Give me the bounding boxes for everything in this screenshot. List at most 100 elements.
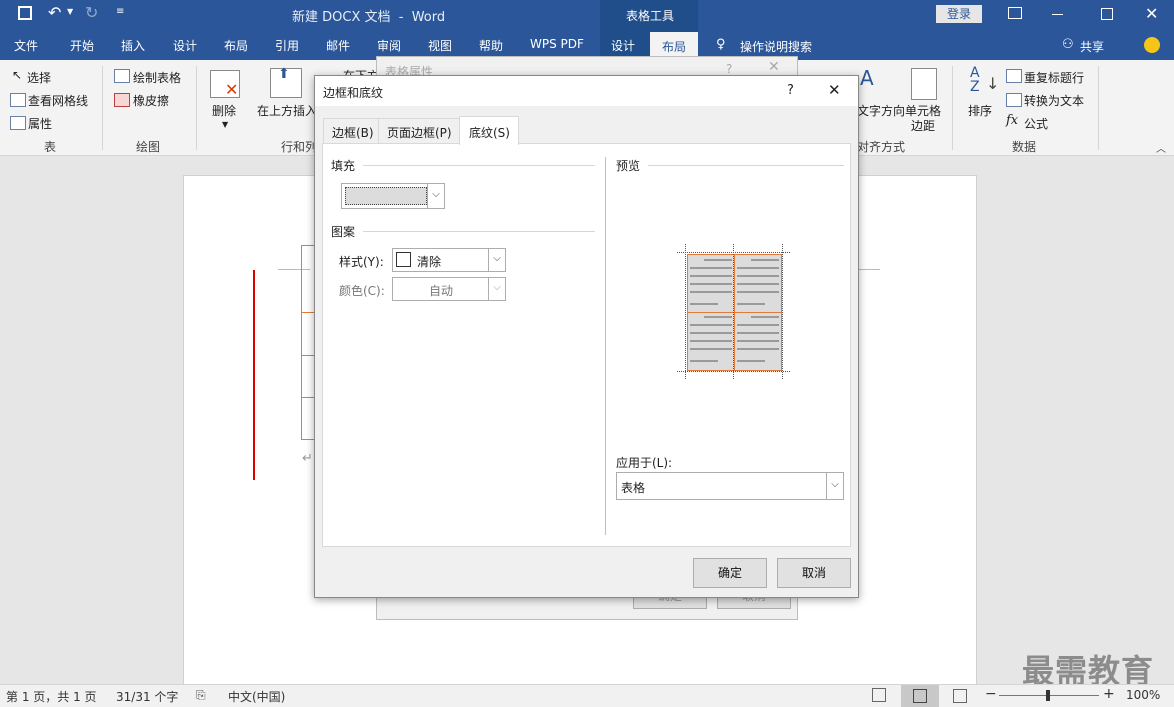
apply-to-dropdown[interactable]: 表格 ⌵ [616, 472, 844, 500]
redo-icon[interactable]: ↻ [85, 3, 98, 22]
preview-text-line [751, 259, 779, 261]
text-direction-button[interactable]: 文字方向 [857, 102, 905, 119]
ok-button[interactable]: 确定 [693, 558, 767, 588]
preview-text-line [690, 291, 732, 293]
chevron-down-icon[interactable]: ⌵ [826, 473, 843, 499]
ribbon-display-icon[interactable] [1008, 7, 1022, 19]
tab-layout[interactable]: 布局 [224, 37, 248, 54]
repeat-header-button[interactable]: 重复标题行 [1024, 69, 1084, 86]
preview-text-line [690, 324, 732, 326]
web-layout-icon[interactable] [953, 689, 967, 703]
draw-table-icon [114, 69, 130, 83]
tab-file[interactable]: 文件 [14, 37, 38, 54]
dialog-help-button[interactable]: ? [787, 83, 794, 98]
convert-text-button[interactable]: 转换为文本 [1024, 92, 1084, 109]
eraser-button[interactable]: 橡皮擦 [133, 92, 169, 109]
zoom-in-icon[interactable]: + [1103, 686, 1115, 702]
table-properties-close-icon[interactable]: ✕ [768, 59, 780, 75]
fill-divider [363, 165, 595, 166]
tab-mailings[interactable]: 邮件 [326, 37, 350, 54]
tab-borders-label: 边框(B) [332, 126, 374, 140]
tab-borders[interactable]: 边框(B) [323, 118, 379, 143]
share-icon[interactable]: ⚇ [1062, 37, 1074, 52]
fill-color-dropdown[interactable]: ⌵ [341, 183, 445, 209]
zoom-out-icon[interactable]: − [985, 686, 997, 702]
select-cursor-icon: ↖ [12, 68, 23, 82]
preview-text-line [737, 348, 779, 350]
undo-dropdown-icon[interactable]: ▼ [67, 7, 73, 16]
delete-button[interactable]: 删除 [212, 102, 236, 119]
save-icon[interactable] [18, 6, 32, 20]
preview-text-line [690, 360, 718, 362]
tab-design[interactable]: 设计 [173, 37, 197, 54]
borders-shading-dialog: 边框和底纹 ? ✕ 边框(B) 页面边框(P) 底纹(S) 填充 ⌵ 图案 样式… [314, 75, 859, 598]
table-properties-help[interactable]: ? [726, 62, 732, 76]
status-bar: 第 1 页，共 1 页 31/31 个字 ⎘ 中文(中国) − + 100% [0, 684, 1174, 707]
preview-guide [685, 244, 686, 379]
tab-references[interactable]: 引用 [275, 37, 299, 54]
fill-color-swatch [345, 187, 427, 205]
preview-text-line [751, 316, 779, 318]
delete-dropdown-icon[interactable]: ▼ [222, 120, 228, 129]
close-icon[interactable]: ✕ [1145, 4, 1158, 23]
chevron-down-icon[interactable]: ⌵ [488, 278, 505, 300]
zoom-level[interactable]: 100% [1126, 688, 1160, 702]
tab-home[interactable]: 开始 [70, 37, 94, 54]
tab-page-borders[interactable]: 页面边框(P) [378, 118, 460, 143]
gridlines-icon [10, 93, 26, 107]
page-count[interactable]: 第 1 页，共 1 页 [6, 688, 97, 705]
preview-text-line [704, 316, 732, 318]
minimize-icon[interactable] [1052, 14, 1063, 15]
undo-icon[interactable]: ↶ [48, 3, 61, 22]
preview-guide [733, 244, 734, 379]
smiley-icon[interactable] [1144, 37, 1160, 53]
tab-help[interactable]: 帮助 [479, 37, 503, 54]
sort-button[interactable]: 排序 [968, 102, 992, 119]
preview-table [687, 254, 782, 371]
draw-table-button[interactable]: 绘制表格 [133, 69, 181, 86]
chevron-down-icon[interactable]: ⌵ [427, 184, 444, 208]
chevron-down-icon[interactable]: ⌵ [488, 249, 505, 271]
tab-shading-label: 底纹(S) [469, 126, 510, 140]
tab-shading[interactable]: 底纹(S) [459, 116, 519, 145]
tab-table-layout[interactable]: 布局 [662, 38, 686, 55]
cancel-button[interactable]: 取消 [777, 558, 851, 588]
pattern-divider [363, 231, 595, 232]
tab-wps-pdf[interactable]: WPS PDF [530, 37, 584, 51]
properties-icon [10, 116, 26, 130]
insert-arrow-icon: ⬆ [278, 66, 290, 82]
lightbulb-icon: ♀ [716, 37, 726, 52]
preview-text-line [690, 332, 732, 334]
zoom-slider-thumb[interactable] [1046, 690, 1050, 701]
tab-page-borders-label: 页面边框(P) [387, 126, 452, 140]
tab-insert[interactable]: 插入 [121, 37, 145, 54]
cell-margins-icon [911, 68, 937, 100]
pattern-section-label: 图案 [331, 223, 360, 240]
preview-text-line [704, 259, 732, 261]
login-button[interactable]: 登录 [936, 5, 982, 23]
language-indicator[interactable]: 中文(中国) [228, 688, 285, 705]
tell-me-search[interactable]: 操作说明搜索 [740, 38, 812, 55]
customize-qat-icon[interactable]: ≡ [116, 6, 124, 17]
dialog-close-icon[interactable]: ✕ [828, 81, 841, 99]
pattern-color-dropdown[interactable]: 自动 ⌵ [392, 277, 506, 301]
preview-divider [648, 165, 844, 166]
properties-button[interactable]: 属性 [28, 115, 52, 132]
formula-button[interactable]: 公式 [1024, 115, 1048, 132]
collapse-ribbon-icon[interactable]: ︿ [1156, 140, 1166, 155]
select-button[interactable]: 选择 [27, 69, 51, 86]
tab-table-design[interactable]: 设计 [611, 37, 635, 54]
preview-horizontal-border [688, 312, 781, 313]
view-gridlines-button[interactable]: 查看网格线 [28, 92, 88, 109]
pattern-style-dropdown[interactable]: 清除 ⌵ [392, 248, 506, 272]
read-mode-icon[interactable] [872, 688, 886, 702]
preview-text-line [690, 340, 732, 342]
maximize-icon[interactable] [1101, 8, 1113, 20]
cell-margins-button-2[interactable]: 边距 [911, 117, 935, 134]
share-button[interactable]: 共享 [1080, 38, 1104, 55]
tab-view[interactable]: 视图 [428, 37, 452, 54]
tab-review[interactable]: 审阅 [377, 37, 401, 54]
proofing-icon[interactable]: ⎘ [196, 688, 206, 703]
insert-above-button[interactable]: 在上方插入 [257, 102, 317, 119]
word-count[interactable]: 31/31 个字 [116, 688, 178, 705]
